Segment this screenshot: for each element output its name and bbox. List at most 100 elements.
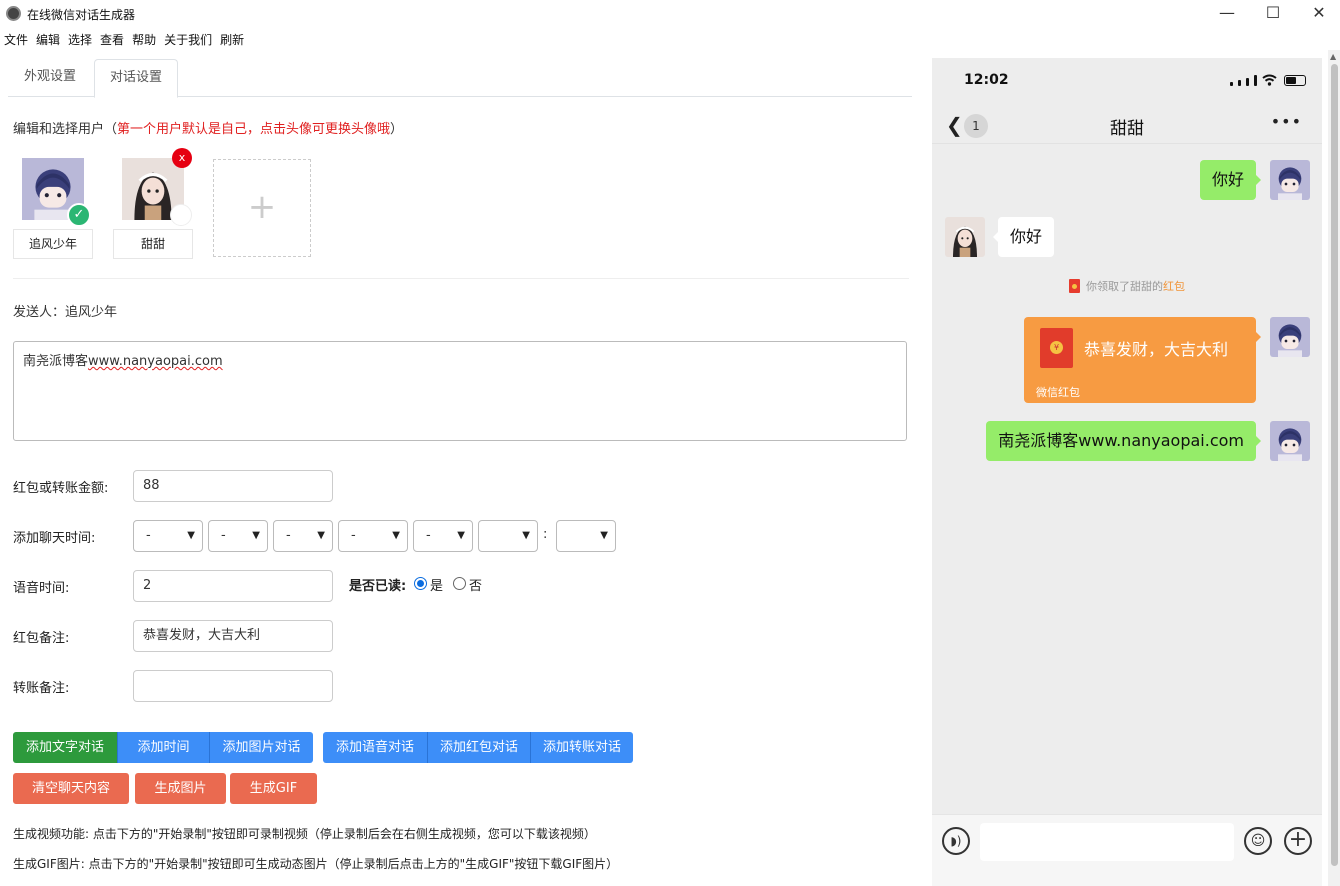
add-image-dialog-button[interactable]: 添加图片对话 — [209, 732, 313, 763]
menu-select[interactable]: 选择 — [64, 30, 96, 50]
add-redpacket-dialog-button[interactable]: 添加红包对话 — [427, 732, 530, 763]
status-icons — [1230, 74, 1306, 86]
chevron-down-icon: ▼ — [187, 530, 195, 541]
minimize-button[interactable]: — — [1204, 0, 1250, 28]
window-title: 在线微信对话生成器 — [27, 8, 136, 22]
status-time: 12:02 — [964, 72, 1009, 88]
chevron-down-icon: ▼ — [252, 530, 260, 541]
time-select-minute[interactable]: ▼ — [556, 520, 616, 552]
select-value: - — [146, 528, 151, 543]
user-card[interactable]: ✓ 追风少年 — [13, 158, 93, 259]
transfer-note-input[interactable] — [133, 670, 333, 702]
amount-label: 红包或转账金额: — [13, 481, 109, 496]
read-status-label: 是否已读: — [349, 579, 407, 594]
generate-gif-button[interactable]: 生成GIF — [230, 773, 317, 804]
generate-image-button[interactable]: 生成图片 — [135, 773, 226, 804]
self-avatar — [1270, 317, 1310, 357]
clear-chat-button[interactable]: 清空聊天内容 — [13, 773, 129, 804]
redpacket-note-label: 红包备注: — [13, 631, 70, 646]
add-text-dialog-button[interactable]: 添加文字对话 — [13, 732, 117, 763]
girl-avatar-image — [945, 217, 985, 257]
plus-icon[interactable]: + — [1284, 827, 1312, 855]
time-select-period[interactable]: - ▼ — [413, 520, 473, 552]
user-hint: 编辑和选择用户（第一个用户默认是自己，点击头像可更换头像哦） — [13, 118, 403, 137]
emoji-icon[interactable]: ☺ — [1244, 827, 1272, 855]
menu-help[interactable]: 帮助 — [128, 30, 160, 50]
scrollbar-thumb[interactable] — [1331, 64, 1338, 866]
wifi-icon — [1262, 74, 1277, 86]
system-link: 红包 — [1163, 280, 1185, 293]
time-select-day[interactable]: - ▼ — [273, 520, 333, 552]
select-value: - — [426, 528, 431, 543]
amount-input[interactable]: 88 — [133, 470, 333, 502]
redpacket-bubble: ¥ 恭喜发财，大吉大利 微信红包 — [1024, 317, 1261, 403]
time-select-week[interactable]: - ▼ — [338, 520, 408, 552]
select-value: - — [286, 528, 291, 543]
read-no-label[interactable]: 否 — [469, 575, 482, 594]
time-select-year[interactable]: - ▼ — [133, 520, 203, 552]
scroll-up-icon[interactable]: ▲ — [1330, 52, 1336, 61]
chat-text-input[interactable] — [980, 823, 1234, 861]
read-no-radio[interactable] — [453, 577, 466, 590]
select-value: - — [351, 528, 356, 543]
message-textarea[interactable]: 南尧派博客www.nanyaopai.com — [13, 341, 907, 441]
close-button[interactable]: ✕ — [1296, 0, 1340, 28]
voice-icon[interactable]: ◗) — [942, 827, 970, 855]
avatar[interactable]: x — [122, 148, 192, 226]
sender-label: 发送人：追风少年 — [13, 305, 118, 320]
redpacket-mini-icon — [1069, 279, 1080, 293]
gif-note: 生成GIF图片: 点击下方的"开始录制"按钮即可生成动态图片（停止录制后点击上方… — [13, 857, 619, 871]
tab-dialog[interactable]: 对话设置 — [94, 59, 179, 98]
more-icon[interactable]: ••• — [1271, 112, 1302, 131]
divider — [13, 278, 909, 279]
chevron-down-icon: ▼ — [522, 530, 530, 541]
unselected-circle-icon[interactable] — [170, 204, 192, 226]
voice-time-input[interactable]: 2 — [133, 570, 333, 602]
video-note: 生成视频功能: 点击下方的"开始录制"按钮即可录制视频（停止录制后会在右侧生成视… — [13, 827, 596, 841]
read-yes-radio[interactable] — [414, 577, 427, 590]
tab-appearance[interactable]: 外观设置 — [9, 59, 91, 97]
chat-input-bar: ◗) ☺ + — [932, 814, 1322, 886]
user-name[interactable]: 追风少年 — [13, 229, 93, 259]
add-transfer-dialog-button[interactable]: 添加转账对话 — [530, 732, 633, 763]
chat-title: 甜甜 — [1110, 119, 1144, 139]
chat-bubble-self: 你好 — [1199, 160, 1262, 200]
add-voice-dialog-button[interactable]: 添加语音对话 — [323, 732, 427, 763]
message-text: 南尧派博客 — [23, 354, 89, 369]
transfer-note-label: 转账备注: — [13, 681, 70, 696]
redpacket-note-input[interactable]: 恭喜发财，大吉大利 — [133, 620, 333, 652]
app-logo-icon — [6, 6, 21, 21]
hint-suffix: ） — [390, 122, 404, 137]
other-avatar — [945, 217, 985, 257]
settings-tabs: 外观设置 对话设置 — [8, 59, 912, 98]
check-icon: ✓ — [67, 203, 91, 227]
add-user-button[interactable]: + — [213, 159, 311, 257]
signal-icon — [1230, 82, 1233, 86]
menu-refresh[interactable]: 刷新 — [216, 30, 248, 50]
scrollbar[interactable]: ▲ — [1328, 50, 1340, 886]
add-time-button[interactable]: 添加时间 — [117, 732, 209, 763]
user-name[interactable]: 甜甜 — [113, 229, 193, 259]
chevron-down-icon: ▼ — [600, 530, 608, 541]
maximize-button[interactable]: ☐ — [1250, 0, 1296, 28]
self-avatar — [1270, 421, 1310, 461]
hint-red: 第一个用户默认是自己，点击头像可更换头像哦 — [117, 122, 391, 137]
time-colon: : — [543, 527, 548, 542]
redpacket-icon: ¥ — [1040, 328, 1073, 368]
signal-icon — [1254, 75, 1257, 86]
time-select-hour[interactable]: ▼ — [478, 520, 538, 552]
hint-prefix: 编辑和选择用户（ — [13, 122, 118, 137]
time-select-month[interactable]: - ▼ — [208, 520, 268, 552]
menu-edit[interactable]: 编辑 — [32, 30, 64, 50]
avatar[interactable]: ✓ — [22, 158, 91, 227]
menu-about[interactable]: 关于我们 — [160, 30, 216, 50]
chat-bubble-other: 你好 — [992, 217, 1055, 257]
delete-user-button[interactable]: x — [172, 148, 192, 168]
read-yes-label[interactable]: 是 — [430, 575, 443, 594]
menu-file[interactable]: 文件 — [0, 30, 32, 50]
time-label: 添加聊天时间: — [13, 531, 96, 546]
voice-time-label: 语音时间: — [13, 581, 70, 596]
menu-view[interactable]: 查看 — [96, 30, 128, 50]
user-card[interactable]: x 甜甜 — [113, 148, 193, 259]
message-link-text: www.nanyaopai.com — [88, 354, 223, 369]
